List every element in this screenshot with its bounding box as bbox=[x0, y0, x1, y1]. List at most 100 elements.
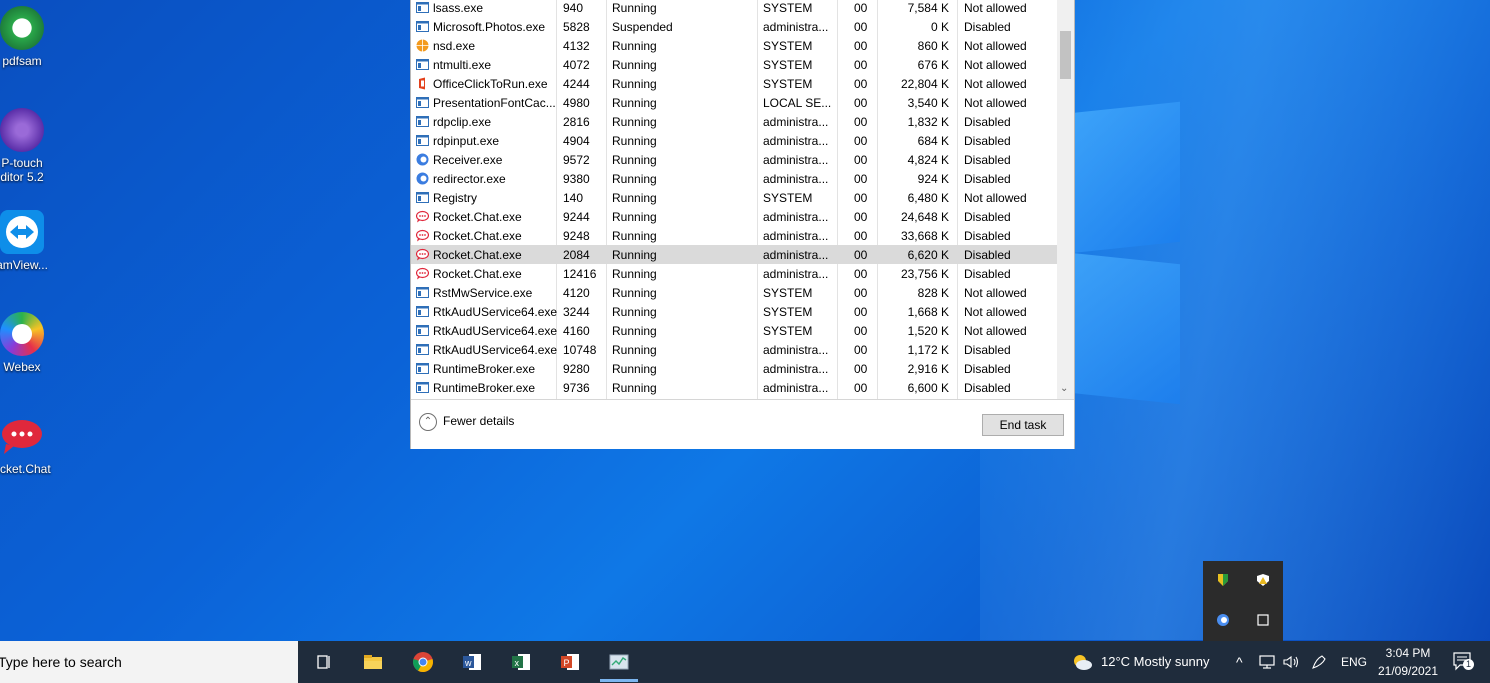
process-cpu: 00 bbox=[854, 305, 868, 319]
volume-icon[interactable] bbox=[1282, 654, 1300, 670]
process-pid: 2084 bbox=[563, 248, 590, 262]
process-user: administra... bbox=[763, 381, 829, 395]
fewer-details-button[interactable]: ⌃ Fewer details bbox=[419, 413, 514, 431]
process-name: redirector.exe bbox=[433, 172, 506, 186]
process-user: SYSTEM bbox=[763, 324, 813, 338]
defender-warning-icon[interactable] bbox=[1256, 573, 1270, 587]
window-tray-icon[interactable] bbox=[1256, 613, 1270, 627]
process-row[interactable]: Microsoft.Photos.exe 5828 Suspended adminis… bbox=[411, 17, 1057, 36]
desktop-icon-pdfsam[interactable]: pdfsam bbox=[0, 6, 54, 68]
process-row[interactable]: PresentationFontCac... 4980 Running LOCAL S… bbox=[411, 93, 1057, 112]
task-view-icon[interactable] bbox=[313, 651, 335, 673]
pen-ink-icon[interactable] bbox=[1310, 653, 1328, 671]
process-name: RuntimeBroker.exe bbox=[433, 362, 536, 376]
process-uac-virtualization: Disabled bbox=[964, 343, 1011, 357]
process-uac-virtualization: Disabled bbox=[964, 229, 1011, 243]
process-row[interactable]: lsass.exe 940 Running SYSTEM 00 7,584 K Not al… bbox=[411, 0, 1057, 17]
process-row[interactable]: redirector.exe 9380 Running administra... 00… bbox=[411, 169, 1057, 188]
orange-globe-icon bbox=[416, 39, 429, 52]
vertical-scrollbar[interactable]: ⌄ bbox=[1057, 0, 1074, 399]
process-cpu: 00 bbox=[854, 58, 868, 72]
process-name: ntmulti.exe bbox=[433, 58, 492, 72]
generic-exe-icon bbox=[416, 58, 429, 71]
generic-exe-icon bbox=[416, 1, 429, 14]
process-status: Running bbox=[612, 229, 657, 243]
process-name: PresentationFontCac... bbox=[433, 96, 556, 110]
process-uac-virtualization: Disabled bbox=[964, 134, 1011, 148]
process-user: SYSTEM bbox=[763, 39, 813, 53]
process-row[interactable]: RtkAudUService64.exe 3244 Running SYSTEM 00 1… bbox=[411, 302, 1057, 321]
process-memory: 4,824 K bbox=[907, 153, 949, 167]
process-status: Running bbox=[612, 324, 657, 338]
network-icon[interactable] bbox=[1258, 654, 1276, 670]
notification-center-icon[interactable]: 1 bbox=[1452, 651, 1474, 671]
desktop-icon-teamviewer[interactable]: amView... bbox=[0, 210, 54, 272]
process-name: lsass.exe bbox=[433, 1, 484, 15]
process-row[interactable]: RtkAudUService64.exe 10748 Running administ… bbox=[411, 340, 1057, 359]
desktop-icon-webex[interactable]: Webex bbox=[0, 312, 54, 374]
process-uac-virtualization: Not allowed bbox=[964, 305, 1027, 319]
process-cpu: 00 bbox=[854, 248, 868, 262]
receiver-icon[interactable] bbox=[1216, 613, 1230, 627]
process-pid: 9244 bbox=[563, 210, 590, 224]
task-manager-icon[interactable] bbox=[608, 651, 630, 673]
tray-overflow-flyout bbox=[1203, 561, 1283, 641]
chevron-up-icon: ⌃ bbox=[419, 413, 437, 431]
process-status: Running bbox=[612, 39, 657, 53]
process-name: OfficeClickToRun.exe bbox=[433, 77, 548, 91]
process-list: lsass.exe 940 Running SYSTEM 00 7,584 K Not al… bbox=[411, 0, 1057, 399]
weather-text[interactable]: 12°C Mostly sunny bbox=[1101, 641, 1210, 683]
process-row[interactable]: nsd.exe 4132 Running SYSTEM 00 860 K Not allow… bbox=[411, 36, 1057, 55]
file-explorer-icon[interactable] bbox=[362, 651, 384, 673]
process-row[interactable]: RstMwService.exe 4120 Running SYSTEM 00 828 K… bbox=[411, 283, 1057, 302]
process-row[interactable]: rdpclip.exe 2816 Running administra... 00 1,8… bbox=[411, 112, 1057, 131]
desktop-icon-label: Webex bbox=[3, 360, 41, 374]
process-row[interactable]: Rocket.Chat.exe 9244 Running administra... 0… bbox=[411, 207, 1057, 226]
clock[interactable]: 3:04 PM 21/09/2021 bbox=[1372, 644, 1444, 680]
process-row[interactable]: Registry 140 Running SYSTEM 00 6,480 K Not all… bbox=[411, 188, 1057, 207]
search-box[interactable]: Type here to search bbox=[0, 641, 298, 683]
generic-exe-icon bbox=[416, 20, 429, 33]
pdfsam-icon bbox=[0, 6, 44, 50]
process-row[interactable]: OfficeClickToRun.exe 4244 Running SYSTEM 00 2… bbox=[411, 74, 1057, 93]
scroll-down-arrow-icon[interactable]: ⌄ bbox=[1060, 383, 1068, 394]
desktop-icon-rocketchat[interactable]: ocket.Chat bbox=[0, 414, 54, 476]
process-row[interactable]: Rocket.Chat.exe 9248 Running administra... 0… bbox=[411, 226, 1057, 245]
chrome-icon[interactable] bbox=[412, 651, 434, 673]
desktop-icon-ptouch[interactable]: P-touch ditor 5.2 bbox=[0, 108, 54, 184]
process-memory: 1,832 K bbox=[907, 115, 949, 129]
word-icon[interactable]: w bbox=[461, 651, 483, 673]
process-user: SYSTEM bbox=[763, 58, 813, 72]
security-shield-icon[interactable] bbox=[1216, 573, 1230, 587]
process-row[interactable]: Rocket.Chat.exe 12416 Running administra...… bbox=[411, 264, 1057, 283]
process-row[interactable]: RuntimeBroker.exe 9280 Running administra..… bbox=[411, 359, 1057, 378]
process-status: Running bbox=[612, 248, 657, 262]
show-hidden-icons-chevron-icon[interactable]: ^ bbox=[1236, 641, 1243, 683]
process-row[interactable]: Rocket.Chat.exe 2084 Running administra... 0… bbox=[411, 245, 1057, 264]
excel-icon[interactable]: x bbox=[510, 651, 532, 673]
process-cpu: 00 bbox=[854, 39, 868, 53]
end-task-button[interactable]: End task bbox=[982, 414, 1064, 436]
powerpoint-icon[interactable]: P bbox=[559, 651, 581, 673]
process-status: Running bbox=[612, 267, 657, 281]
process-status: Running bbox=[612, 134, 657, 148]
process-memory: 684 K bbox=[917, 134, 949, 148]
process-row[interactable]: rdpinput.exe 4904 Running administra... 00 68… bbox=[411, 131, 1057, 150]
input-language[interactable]: ENG bbox=[1341, 641, 1367, 683]
process-row[interactable]: ntmulti.exe 4072 Running SYSTEM 00 676 K Not a… bbox=[411, 55, 1057, 74]
generic-exe-icon bbox=[416, 115, 429, 128]
process-user: administra... bbox=[763, 153, 829, 167]
process-uac-virtualization: Disabled bbox=[964, 267, 1011, 281]
process-status: Running bbox=[612, 172, 657, 186]
process-cpu: 00 bbox=[854, 1, 868, 15]
scrollbar-thumb[interactable] bbox=[1060, 31, 1071, 79]
process-status: Running bbox=[612, 381, 657, 395]
process-row[interactable]: Receiver.exe 9572 Running administra... 00 4,… bbox=[411, 150, 1057, 169]
process-memory: 3,540 K bbox=[907, 96, 949, 110]
process-user: administra... bbox=[763, 248, 829, 262]
process-row[interactable]: RuntimeBroker.exe 9736 Running administra..… bbox=[411, 378, 1057, 397]
process-user: administra... bbox=[763, 172, 829, 186]
process-row[interactable]: RtkAudUService64.exe 4160 Running SYSTEM 00 1… bbox=[411, 321, 1057, 340]
weather-icon[interactable] bbox=[1071, 651, 1093, 673]
process-status: Running bbox=[612, 77, 657, 91]
